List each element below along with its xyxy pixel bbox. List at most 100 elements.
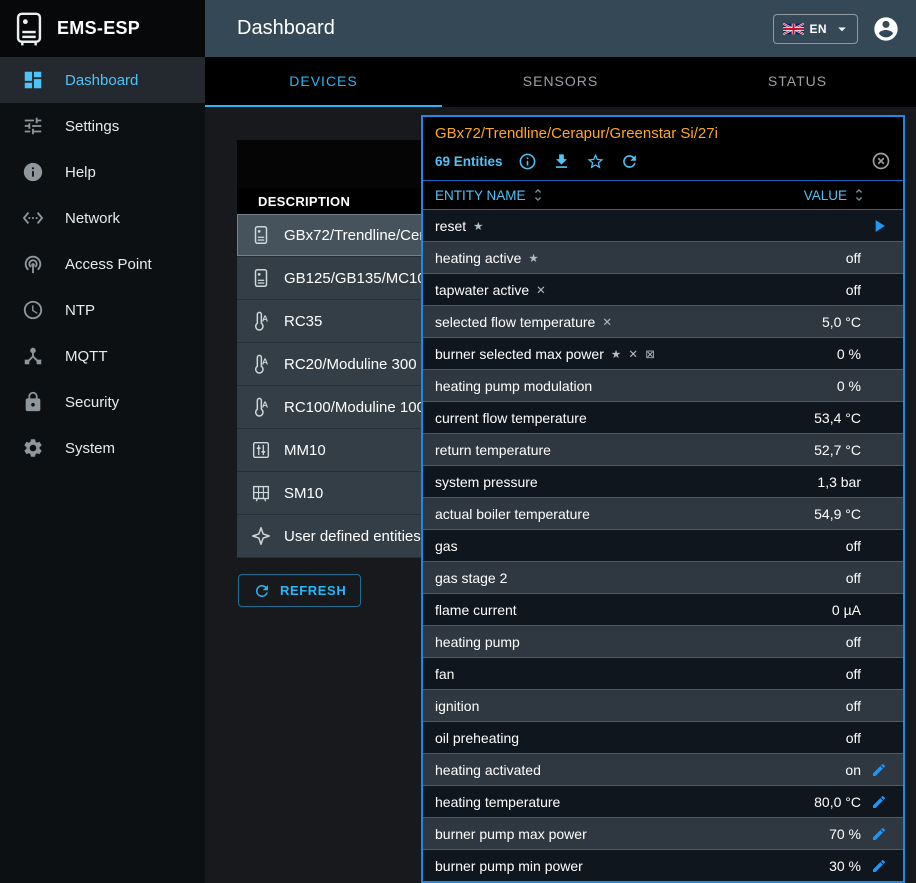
device-name: RC20/Moduline 300 — [284, 356, 417, 373]
sort-icon — [530, 187, 546, 203]
entity-value: off — [846, 634, 861, 650]
entity-name: selected flow temperature — [435, 314, 595, 330]
sidebar: EMS-ESP Dashboard Settings Help Network … — [0, 0, 205, 883]
entity-row: ignition off — [423, 690, 903, 722]
entity-name: heating active — [435, 250, 521, 266]
entity-value: 1,3 bar — [817, 474, 861, 490]
download-icon[interactable] — [552, 152, 571, 171]
tab-sensors[interactable]: SENSORS — [442, 57, 679, 107]
entity-row-editable[interactable]: burner pump max power 70 % — [423, 818, 903, 850]
entity-row: tapwater active ✕ off — [423, 274, 903, 306]
star-outline-icon[interactable] — [586, 152, 605, 171]
entity-row: heating pump off — [423, 626, 903, 658]
sidebar-item-label: MQTT — [65, 348, 108, 365]
info-icon — [22, 161, 44, 183]
value-column-label: VALUE — [804, 188, 847, 203]
sidebar-item-system[interactable]: System — [0, 425, 205, 471]
lock-icon — [22, 391, 44, 413]
solar-icon — [250, 482, 272, 504]
device-name: SM10 — [284, 485, 323, 502]
sidebar-item-network[interactable]: Network — [0, 195, 205, 241]
entity-name: burner selected max power — [435, 346, 604, 362]
language-label: EN — [810, 22, 827, 36]
entity-table-header: ENTITY NAME VALUE — [423, 180, 903, 210]
thermostat-icon: A — [250, 396, 272, 418]
dialog-toolbar: 69 Entities — [435, 147, 891, 175]
run-command-icon[interactable] — [869, 216, 889, 236]
edit-icon[interactable] — [871, 794, 887, 810]
boiler-logo-icon — [14, 12, 44, 46]
account-button[interactable] — [872, 15, 900, 43]
sidebar-item-label: Dashboard — [65, 72, 138, 89]
entity-table-body: reset ★ heating active ★ off tapwater ac… — [423, 210, 903, 882]
tab-label: SENSORS — [523, 73, 598, 89]
info-outline-icon[interactable] — [518, 152, 537, 171]
refresh-icon[interactable] — [620, 152, 639, 171]
refresh-button[interactable]: REFRESH — [238, 574, 361, 607]
entity-name: ignition — [435, 698, 479, 714]
entity-row: oil preheating off — [423, 722, 903, 754]
sidebar-item-ntp[interactable]: NTP — [0, 287, 205, 333]
language-selector[interactable]: EN — [773, 14, 858, 44]
entity-row: flame current 0 µA — [423, 594, 903, 626]
entity-name: burner pump max power — [435, 826, 587, 842]
entity-value: on — [845, 762, 861, 778]
gear-icon — [22, 437, 44, 459]
refresh-button-label: REFRESH — [280, 583, 346, 598]
sidebar-item-label: Security — [65, 394, 119, 411]
tab-label: DEVICES — [289, 73, 357, 89]
sort-value[interactable]: VALUE — [804, 187, 867, 203]
entity-value: 0 % — [837, 378, 861, 394]
entity-row-editable[interactable]: heating activated on — [423, 754, 903, 786]
device-entities-dialog: GBx72/Trendline/Cerapur/Greenstar Si/27i… — [421, 115, 905, 883]
tab-devices[interactable]: DEVICES — [205, 57, 442, 107]
sidebar-item-access-point[interactable]: Access Point — [0, 241, 205, 287]
device-name: User defined entities — [284, 528, 421, 545]
entity-name: burner pump min power — [435, 858, 583, 874]
entity-flags: ✕ — [536, 283, 548, 297]
dashboard-icon — [22, 69, 44, 91]
boiler-icon — [250, 267, 272, 289]
edit-icon[interactable] — [871, 762, 887, 778]
ethernet-icon — [22, 207, 44, 229]
entity-row: selected flow temperature ✕ 5,0 °C — [423, 306, 903, 338]
sort-entity-name[interactable]: ENTITY NAME — [435, 187, 546, 203]
entity-flags: ★ — [528, 251, 540, 265]
edit-icon[interactable] — [871, 826, 887, 842]
edit-icon[interactable] — [871, 858, 887, 874]
entity-value: 54,9 °C — [814, 506, 861, 522]
page-title: Dashboard — [237, 17, 335, 40]
entity-row: burner selected max power ★ ✕ ⊠ 0 % — [423, 338, 903, 370]
sidebar-item-security[interactable]: Security — [0, 379, 205, 425]
close-icon[interactable] — [871, 151, 891, 171]
entity-flags: ✕ — [602, 315, 614, 329]
svg-text:A: A — [262, 356, 269, 366]
device-name: GBx72/Trendline/Cera — [284, 227, 433, 244]
device-name: RC100/Moduline 100 — [284, 399, 425, 416]
sidebar-item-dashboard[interactable]: Dashboard — [0, 57, 205, 103]
entity-action-slot — [861, 794, 897, 810]
entity-row: return temperature 52,7 °C — [423, 434, 903, 466]
tab-status[interactable]: STATUS — [679, 57, 916, 107]
account-circle-icon — [872, 15, 900, 43]
sidebar-item-label: System — [65, 440, 115, 457]
entity-row-reset[interactable]: reset ★ — [423, 210, 903, 242]
entity-value: off — [846, 730, 861, 746]
entity-name: gas stage 2 — [435, 570, 507, 586]
sidebar-item-label: Settings — [65, 118, 119, 135]
chevron-down-icon — [833, 20, 851, 38]
entity-name: return temperature — [435, 442, 551, 458]
entity-row-editable[interactable]: burner pump min power 30 % — [423, 850, 903, 882]
app-logo-row: EMS-ESP — [0, 0, 205, 57]
sidebar-item-settings[interactable]: Settings — [0, 103, 205, 149]
sidebar-item-help[interactable]: Help — [0, 149, 205, 195]
entity-value: off — [846, 538, 861, 554]
app-title: EMS-ESP — [57, 18, 140, 39]
boiler-icon — [250, 224, 272, 246]
sidebar-item-mqtt[interactable]: MQTT — [0, 333, 205, 379]
entity-value: 53,4 °C — [814, 410, 861, 426]
entity-name: system pressure — [435, 474, 538, 490]
entity-row-editable[interactable]: heating temperature 80,0 °C — [423, 786, 903, 818]
top-bar: Dashboard EN — [205, 0, 916, 57]
mixer-icon — [250, 439, 272, 461]
